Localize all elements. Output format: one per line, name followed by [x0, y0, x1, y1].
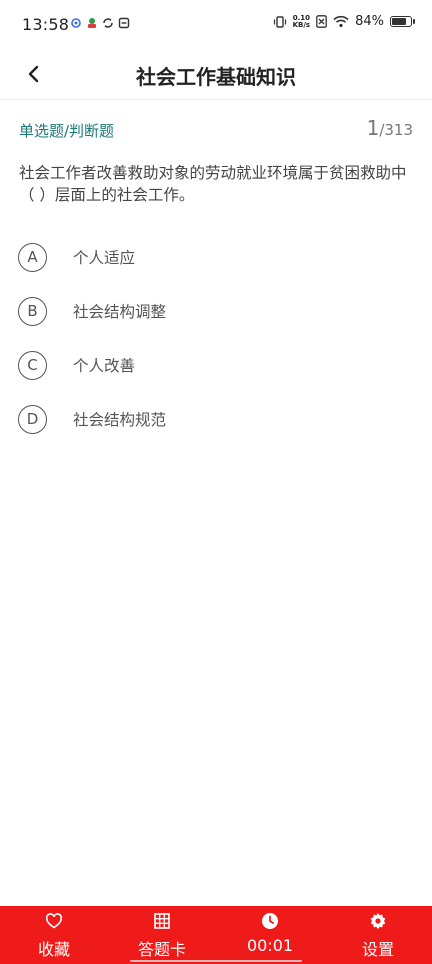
- current-question-number: 1: [366, 116, 380, 140]
- answer-card-button[interactable]: 答题卡: [117, 906, 207, 964]
- page-title: 社会工作基础知识: [136, 65, 296, 89]
- app-notification-icon: [88, 18, 96, 28]
- status-right: 0.10 KB/s 84%: [273, 14, 415, 29]
- option-letter: D: [18, 404, 47, 434]
- option-letter: C: [18, 350, 47, 380]
- notification-icons: [70, 17, 130, 29]
- battery-level: [392, 18, 407, 25]
- favorite-label: 收藏: [37, 940, 70, 959]
- option-b[interactable]: B 社会结构调整: [18, 284, 418, 338]
- option-d[interactable]: D 社会结构规范: [18, 392, 418, 446]
- answer-options: A 个人适应 B 社会结构调整 C 个人改善 D 社会结构规范: [18, 230, 418, 446]
- option-letter: A: [18, 242, 47, 272]
- home-indicator[interactable]: [130, 960, 302, 962]
- wifi-icon: [333, 15, 349, 28]
- battery-icon: [390, 16, 415, 27]
- total-questions: /313: [379, 121, 413, 139]
- option-text: 个人适应: [73, 249, 136, 267]
- option-a[interactable]: A 个人适应: [18, 230, 418, 284]
- battery-percent: 84%: [355, 14, 384, 29]
- app-notification-icon: [71, 18, 81, 28]
- option-text: 个人改善: [73, 357, 136, 375]
- question-text: 社会工作者改善救助对象的劳动就业环境属于贫困救助中（ ）层面上的社会工作。: [19, 164, 407, 204]
- question-type-label: 单选题/判断题: [19, 122, 115, 140]
- timer-button[interactable]: 00:01: [225, 906, 315, 964]
- option-text: 社会结构规范: [73, 411, 167, 429]
- status-time: 13:58: [22, 15, 70, 34]
- vibrate-icon: [273, 15, 286, 28]
- option-letter: B: [18, 296, 47, 326]
- answer-card-label: 答题卡: [137, 940, 186, 959]
- favorite-button[interactable]: 收藏: [9, 906, 99, 964]
- gear-icon: [370, 913, 386, 929]
- status-bar: 13:58 0.10 KB/s 84%: [0, 0, 432, 50]
- heart-icon: [45, 913, 63, 929]
- timer-value: 00:01: [246, 936, 294, 955]
- settings-button[interactable]: 设置: [333, 906, 423, 964]
- option-c[interactable]: C 个人改善: [18, 338, 418, 392]
- settings-label: 设置: [361, 940, 394, 959]
- bottom-toolbar: 收藏 答题卡 00:01 设置: [0, 906, 432, 964]
- net-speed: 0.10 KB/s: [292, 14, 311, 29]
- inbox-icon: [118, 17, 130, 29]
- net-speed-unit: KB/s: [292, 20, 311, 29]
- sim-off-icon: [316, 15, 327, 28]
- nav-bar: 社会工作基础知识: [0, 50, 432, 100]
- option-text: 社会结构调整: [73, 303, 167, 321]
- grid-icon: [154, 913, 170, 929]
- question-counter: 1/313: [367, 116, 413, 140]
- sync-icon: [103, 18, 113, 28]
- clock-icon: [262, 913, 278, 929]
